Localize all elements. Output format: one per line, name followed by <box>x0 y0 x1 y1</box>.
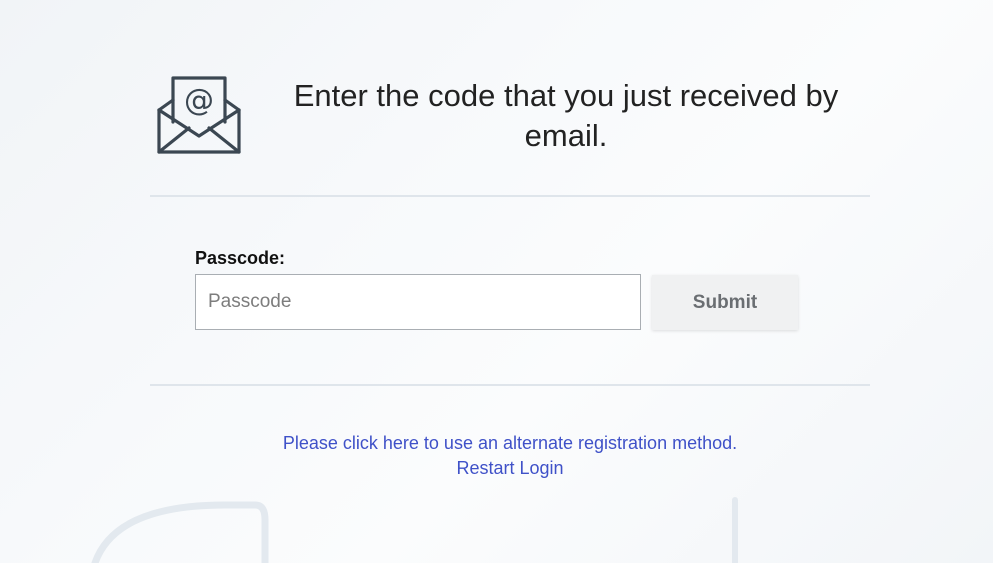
links-section: Please click here to use an alternate re… <box>150 386 870 481</box>
passcode-card: @ Enter the code that you just received … <box>150 60 870 481</box>
card-header: @ Enter the code that you just received … <box>150 60 870 180</box>
email-envelope-at-icon: @ <box>157 76 241 154</box>
restart-login-link[interactable]: Restart Login <box>150 456 870 481</box>
svg-text:@: @ <box>184 83 214 118</box>
submit-button[interactable]: Submit <box>652 275 798 330</box>
passcode-label: Passcode: <box>195 248 286 268</box>
alternate-registration-link[interactable]: Please click here to use an alternate re… <box>150 431 870 456</box>
page-title: Enter the code that you just received by… <box>293 78 839 153</box>
passcode-input[interactable] <box>195 274 641 330</box>
passcode-form: Passcode: Submit <box>150 197 870 384</box>
